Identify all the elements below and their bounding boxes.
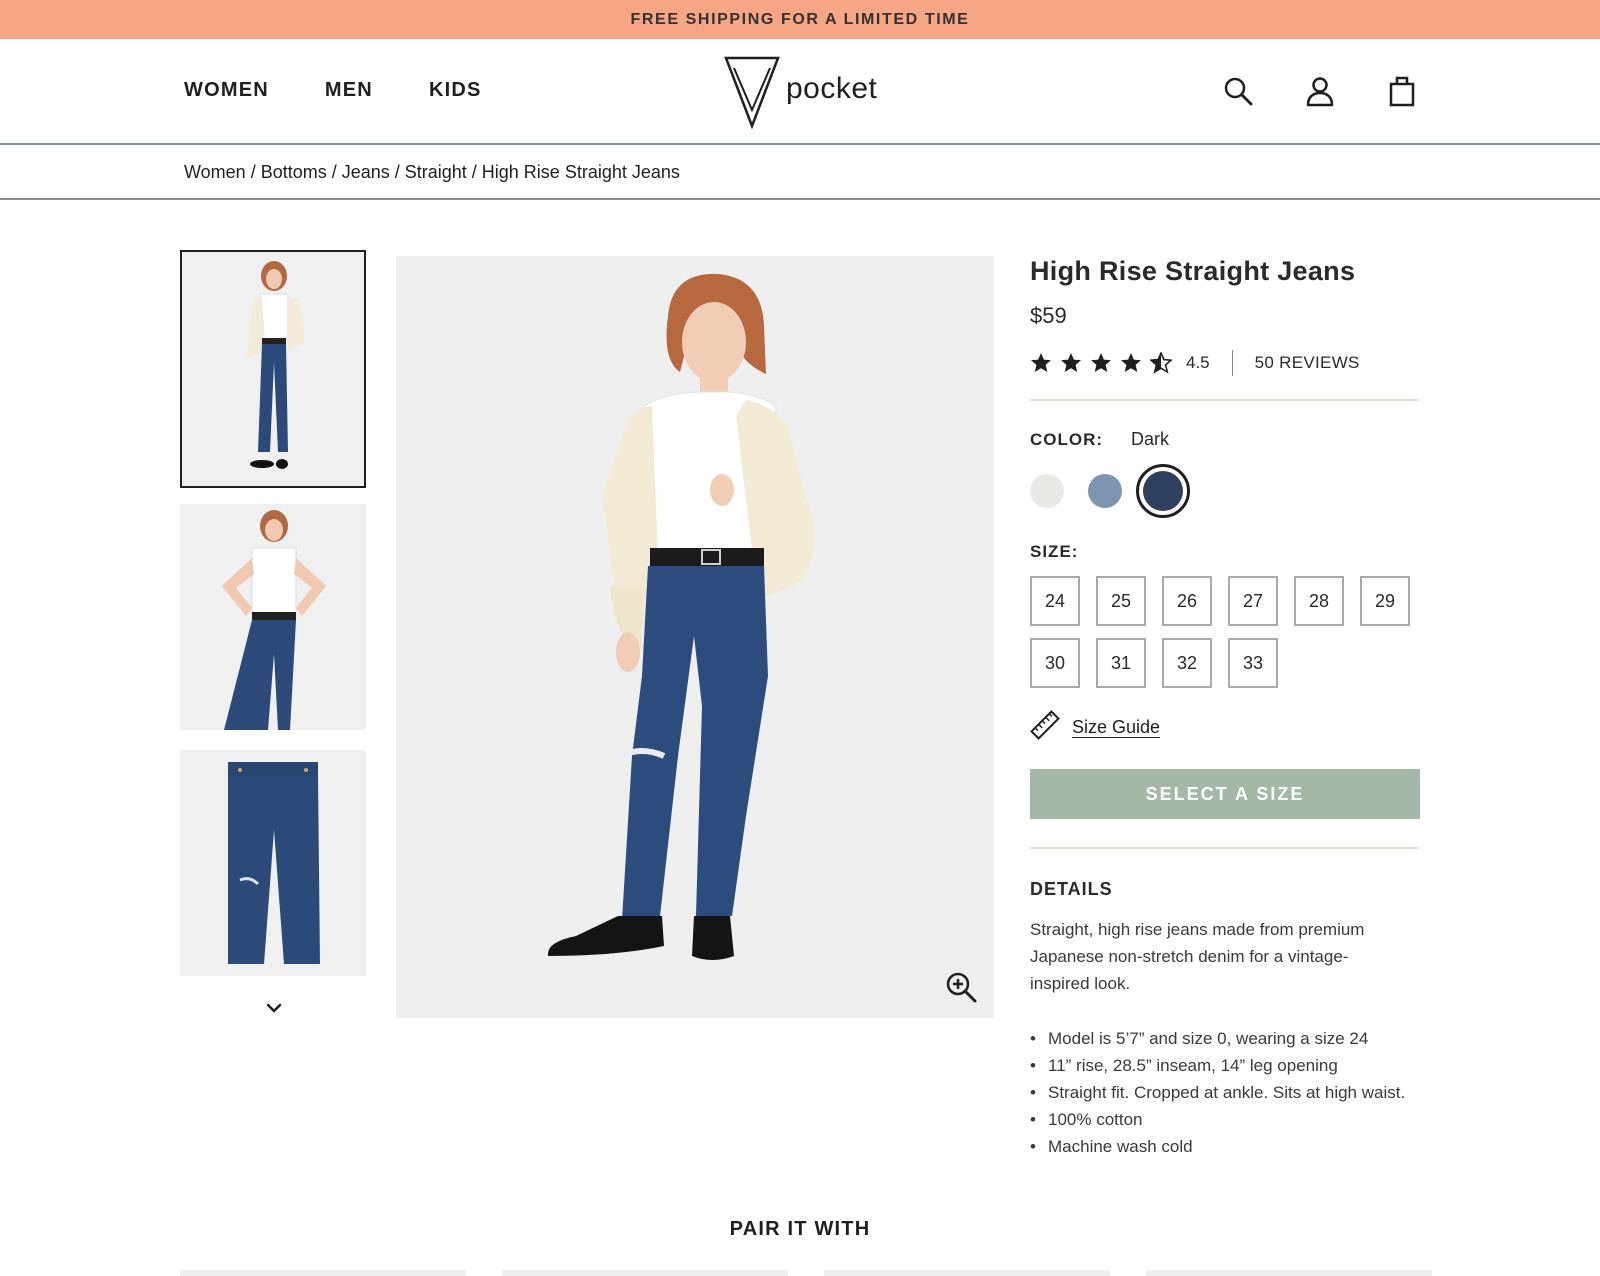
main-nav: WOMEN MEN KIDS (184, 79, 482, 102)
section-divider (1030, 847, 1418, 849)
zoom-in-icon[interactable] (944, 970, 978, 1004)
product-price: $59 (1030, 303, 1067, 328)
size-option-33[interactable]: 33 (1228, 638, 1278, 688)
product-info: High Rise Straight Jeans $59 4.5 50 REVI… (1030, 256, 1420, 1160)
main-product-image[interactable] (396, 256, 994, 1018)
pair-product[interactable] (502, 1270, 788, 1276)
size-guide: Size Guide (1030, 710, 1418, 745)
size-option-24[interactable]: 24 (1030, 576, 1080, 626)
star-half-icon (1149, 351, 1173, 374)
header-actions (1222, 75, 1418, 107)
nav-men[interactable]: MEN (325, 79, 373, 102)
color-label: COLOR: (1030, 429, 1104, 449)
details-text: Straight, high rise jeans made from prem… (1030, 920, 1365, 993)
details-item: 100% cotton (1030, 1106, 1410, 1133)
rating-divider (1231, 350, 1233, 376)
size-option-31[interactable]: 31 (1096, 638, 1146, 688)
thumbnail-3[interactable] (180, 750, 366, 976)
size-label: SIZE: (1030, 542, 1079, 561)
pair-products (180, 1270, 1432, 1276)
size-option-29[interactable]: 29 (1360, 576, 1410, 626)
breadcrumb-bar: Women / Bottoms / Jeans / Straight / Hig… (0, 145, 1600, 200)
swatch-light[interactable] (1020, 464, 1074, 518)
thumbnail-1[interactable] (180, 250, 366, 488)
brand-logo[interactable]: pocket (722, 54, 877, 130)
details-title: DETAILS (1030, 879, 1113, 899)
swatch-medium[interactable] (1078, 464, 1132, 518)
swatch-dark[interactable] (1136, 464, 1190, 518)
model-main-image (396, 256, 994, 1018)
color-value: Dark (1131, 429, 1170, 449)
swatch-dark-dot (1143, 471, 1183, 511)
details-list: Model is 5’7” and size 0, wearing a size… (1030, 1025, 1418, 1160)
swatch-light-dot (1030, 474, 1064, 508)
size-guide-link[interactable]: Size Guide (1072, 717, 1160, 738)
bag-icon[interactable] (1386, 75, 1418, 107)
swatch-medium-dot (1088, 474, 1122, 508)
promo-text: FREE SHIPPING FOR A LIMITED TIME (630, 10, 970, 28)
size-option-32[interactable]: 32 (1162, 638, 1212, 688)
model-front-image (182, 252, 364, 486)
reviews-link[interactable]: 50 REVIEWS (1255, 353, 1360, 373)
model-hands-on-hips-image (180, 504, 366, 730)
breadcrumb[interactable]: Women / Bottoms / Jeans / Straight / Hig… (184, 162, 680, 183)
chevron-down-icon[interactable] (262, 996, 286, 1020)
color-row: COLOR: Dark (1030, 429, 1418, 450)
nav-kids[interactable]: KIDS (429, 79, 482, 102)
star-full-icon (1090, 352, 1112, 374)
logo-triangle-icon (724, 56, 780, 130)
star-rating (1030, 351, 1173, 374)
star-full-icon (1030, 352, 1052, 374)
thumbnail-2[interactable] (180, 504, 366, 730)
details-item: Machine wash cold (1030, 1133, 1410, 1160)
size-option-25[interactable]: 25 (1096, 576, 1146, 626)
search-icon[interactable] (1222, 75, 1254, 107)
pair-product[interactable] (824, 1270, 1110, 1276)
pair-product[interactable] (180, 1270, 466, 1276)
size-options: 24 25 26 27 28 29 30 31 32 33 (1030, 576, 1418, 688)
select-size-button[interactable]: SELECT A SIZE (1030, 769, 1420, 819)
details-item: Model is 5’7” and size 0, wearing a size… (1030, 1025, 1410, 1052)
ruler-icon (1030, 710, 1060, 745)
account-icon[interactable] (1304, 75, 1336, 107)
size-option-28[interactable]: 28 (1294, 576, 1344, 626)
pair-product[interactable] (1146, 1270, 1432, 1276)
site-header: WOMEN MEN KIDS pocket (0, 39, 1600, 145)
size-option-30[interactable]: 30 (1030, 638, 1080, 688)
details-item: 11” rise, 28.5” inseam, 14” leg opening (1030, 1052, 1410, 1079)
size-option-27[interactable]: 27 (1228, 576, 1278, 626)
jeans-flat-image (180, 750, 366, 976)
star-full-icon (1060, 352, 1082, 374)
details-item: Straight fit. Cropped at ankle. Sits at … (1030, 1079, 1410, 1106)
promo-banner: FREE SHIPPING FOR A LIMITED TIME (0, 0, 1600, 39)
nav-women[interactable]: WOMEN (184, 79, 269, 102)
color-swatches (1020, 464, 1418, 518)
rating-row: 4.5 50 REVIEWS (1030, 349, 1418, 377)
pair-it-with-title: PAIR IT WITH (729, 1218, 871, 1240)
size-option-26[interactable]: 26 (1162, 576, 1212, 626)
section-divider (1030, 399, 1418, 401)
product-title: High Rise Straight Jeans (1030, 256, 1356, 286)
rating-value: 4.5 (1186, 353, 1210, 372)
star-full-icon (1120, 352, 1142, 374)
brand-name: pocket (786, 72, 878, 105)
